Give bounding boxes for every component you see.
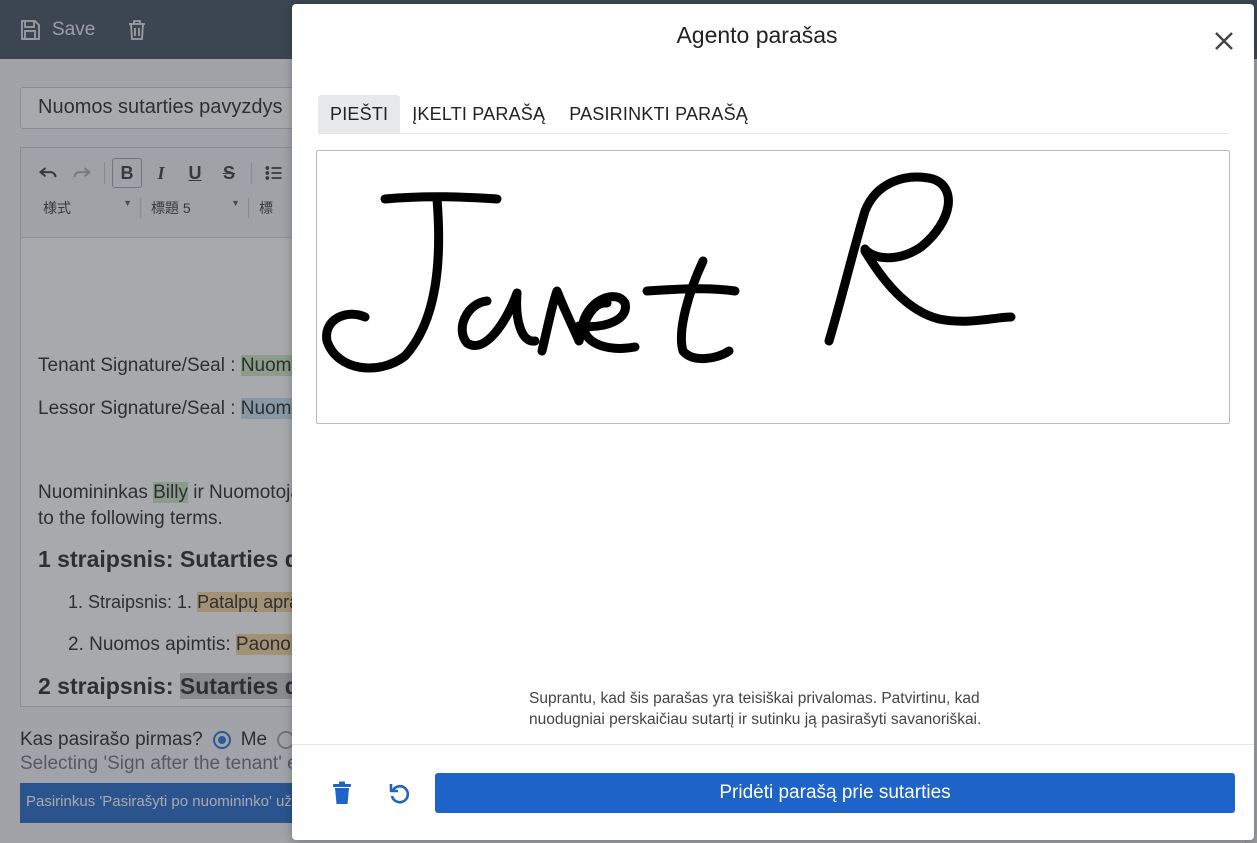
tab-choose[interactable]: PASIRINKTI PARAŠĄ bbox=[557, 95, 760, 133]
modal-title: Agento parašas bbox=[676, 22, 838, 48]
legal-notice: Suprantu, kad šis parašas yra teisiškai … bbox=[529, 690, 982, 728]
delete-signature-button[interactable] bbox=[325, 776, 359, 810]
trash-icon bbox=[333, 781, 351, 804]
close-button[interactable] bbox=[1209, 26, 1239, 56]
reset-signature-button[interactable] bbox=[383, 776, 417, 810]
tab-upload[interactable]: ĮKELTI PARAŠĄ bbox=[400, 95, 557, 133]
add-signature-button[interactable]: Pridėti parašą prie sutarties bbox=[435, 773, 1235, 813]
signature-tabs: PIEŠTI ĮKELTI PARAŠĄ PASIRINKTI PARAŠĄ bbox=[318, 94, 1229, 134]
close-icon bbox=[1215, 32, 1233, 50]
footer-divider bbox=[292, 744, 1254, 745]
signature-canvas[interactable] bbox=[316, 150, 1230, 424]
reset-icon bbox=[389, 784, 410, 804]
tab-draw[interactable]: PIEŠTI bbox=[318, 95, 401, 133]
drawn-signature bbox=[322, 172, 1016, 373]
signature-modal: Agento parašas PIEŠTI ĮKELTI PARAŠĄ PASI… bbox=[292, 4, 1254, 840]
